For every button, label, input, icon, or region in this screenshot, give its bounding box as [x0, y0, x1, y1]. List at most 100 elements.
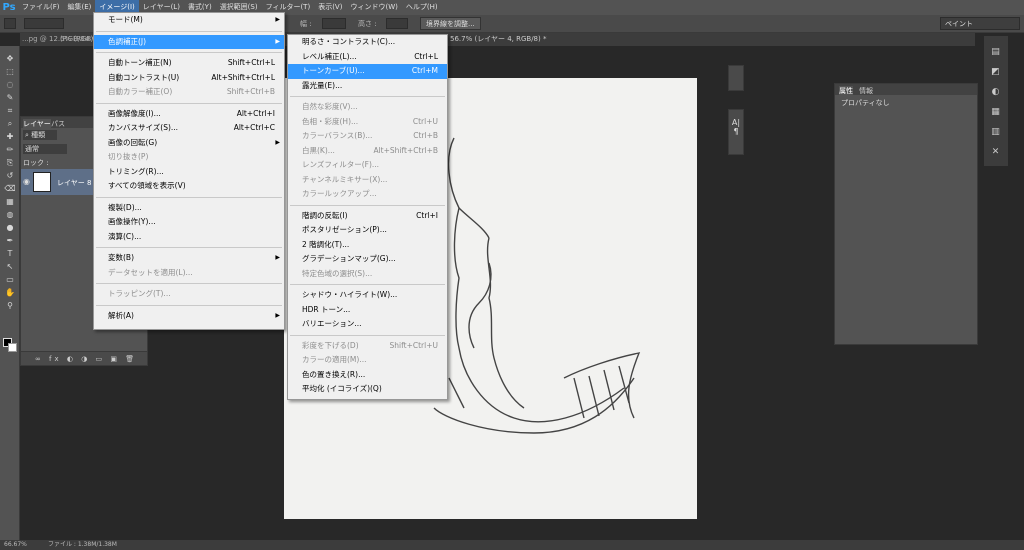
stamp-icon[interactable]: ⎘: [4, 158, 16, 168]
adjust-menu-item: カラーの適用(M)...: [288, 353, 447, 368]
refine-edge-button[interactable]: 境界線を調整...: [420, 17, 481, 30]
height-field[interactable]: [386, 18, 408, 29]
navigator-icon[interactable]: ◩: [989, 66, 1002, 79]
image-menu-item[interactable]: モード(M) ▶: [94, 13, 284, 28]
tab-properties[interactable]: 属性: [839, 86, 853, 96]
image-menu-item[interactable]: 画像の回転(G) ▶: [94, 136, 284, 151]
adjust-menu-item: 彩度を下げる(D) Shift+Ctrl+U: [288, 339, 447, 354]
crop-icon[interactable]: ⌗: [4, 106, 16, 116]
menu-separator: [290, 334, 445, 336]
adjust-menu-item[interactable]: シャドウ・ハイライト(W)...: [288, 288, 447, 303]
adjust-menu-item[interactable]: 平均化 (イコライズ)(Q): [288, 382, 447, 397]
menu-separator: [96, 283, 282, 284]
right-dock: ▤ ◩ ◐ ▦ ▥ ✕: [984, 36, 1008, 166]
image-menu-item-label: 変数(B): [108, 253, 134, 262]
menu-1[interactable]: 編集(E): [64, 0, 96, 15]
styles-icon[interactable]: ▦: [989, 106, 1002, 119]
image-menu-item-label: 演算(C)...: [108, 231, 142, 241]
adjust-menu-item: 色相・彩度(H)... Ctrl+U: [288, 115, 447, 130]
blur-icon[interactable]: ◍: [4, 210, 16, 220]
shape-icon[interactable]: ▭: [4, 275, 16, 285]
adjust-menu-item-label: シャドウ・ハイライト(W)...: [302, 290, 398, 299]
adjust-menu-item[interactable]: ポスタリゼーション(P)...: [288, 223, 447, 238]
image-menu-item[interactable]: 色調補正(J) ▶: [94, 34, 284, 49]
adjust-menu-item[interactable]: 露光量(E)...: [288, 79, 447, 94]
image-menu-item[interactable]: 演算(C)...: [94, 230, 284, 245]
submenu-arrow-icon: ▶: [275, 254, 280, 261]
properties-empty-label: プロパティなし: [841, 99, 890, 107]
adjust-menu-item[interactable]: 2 階調化(T)...: [288, 238, 447, 253]
zoom-level[interactable]: 66.67%: [4, 540, 27, 550]
dodge-icon[interactable]: ●: [4, 223, 16, 233]
zoom-icon[interactable]: ⚲: [4, 301, 16, 311]
adjust-menu-item[interactable]: グラデーションマップ(G)...: [288, 252, 447, 267]
hand-icon[interactable]: ✋: [4, 288, 16, 298]
image-menu-item[interactable]: トリミング(R)...: [94, 165, 284, 180]
image-menu-item[interactable]: 複製(D)...: [94, 201, 284, 216]
doc-tab[interactable]: (RGB/8#): [60, 33, 93, 46]
brush-icon[interactable]: ✏: [4, 145, 16, 155]
image-menu-item-label: データセットを適用(L)...: [108, 267, 193, 277]
adjust-menu-item: チャンネルミキサー(X)...: [288, 173, 447, 188]
menu-separator: [96, 102, 282, 104]
image-menu-item[interactable]: 変数(B) ▶: [94, 251, 284, 266]
menu-9[interactable]: ヘルプ(H): [402, 0, 442, 15]
move-icon[interactable]: ✥: [4, 54, 16, 64]
menu-8[interactable]: ウィンドウ(W): [346, 0, 401, 15]
adjust-menu-item[interactable]: 色の置き換え(R)...: [288, 368, 447, 383]
mini-dock-type[interactable]: A| ¶: [728, 109, 744, 155]
tool-preset-picker[interactable]: [4, 18, 16, 29]
menu-separator: [96, 52, 282, 53]
path-select-icon[interactable]: ↖: [4, 262, 16, 272]
tool-presets-icon[interactable]: ✕: [989, 146, 1002, 159]
image-menu-item[interactable]: 解析(A) ▶: [94, 309, 284, 324]
adjust-menu-item[interactable]: トーンカーブ(U)... Ctrl+M: [288, 64, 447, 79]
adjustments-icon[interactable]: ◐: [989, 86, 1002, 99]
workspace-select[interactable]: ペイント: [940, 17, 1020, 30]
mini-dock-top[interactable]: [728, 65, 744, 91]
adjust-menu-item[interactable]: 明るさ・コントラスト(C)...: [288, 35, 447, 50]
adjust-menu-item-label: レンズフィルター(F)...: [302, 160, 380, 169]
pen-icon[interactable]: ✒: [4, 236, 16, 246]
background-color-swatch[interactable]: [8, 343, 17, 352]
image-menu-item[interactable]: 自動コントラスト(U) Alt+Shift+Ctrl+L: [94, 71, 284, 86]
image-menu-item[interactable]: 自動トーン補正(N) Shift+Ctrl+L: [94, 56, 284, 71]
eyedropper-icon[interactable]: ⌕: [4, 119, 16, 129]
image-menu-item-label: カンバスサイズ(S)...: [108, 123, 179, 132]
menu-7[interactable]: 表示(V): [314, 0, 346, 15]
image-menu-item[interactable]: すべての領域を表示(V): [94, 179, 284, 194]
menu-0[interactable]: ファイル(F): [18, 0, 64, 15]
selection-mode-buttons[interactable]: [24, 18, 64, 29]
eye-icon[interactable]: ◉: [23, 177, 30, 186]
type-icon[interactable]: T: [4, 249, 16, 259]
submenu-arrow-icon: ▶: [275, 311, 280, 319]
lasso-icon[interactable]: ◌: [4, 80, 16, 90]
layers-footer-icons: ∞ fx ◐ ◑ ▭ ▣ 🗑: [21, 351, 147, 365]
eraser-icon[interactable]: ⌫: [4, 184, 16, 194]
tab-info[interactable]: 情報: [859, 86, 873, 96]
adjust-menu-item[interactable]: 階調の反転(I) Ctrl+I: [288, 209, 447, 224]
histogram-icon[interactable]: ▤: [989, 46, 1002, 59]
image-menu-item-label: モード(M): [108, 15, 143, 24]
image-menu-item[interactable]: 画像解像度(I)... Alt+Ctrl+I: [94, 107, 284, 122]
quick-select-icon[interactable]: ✎: [4, 93, 16, 103]
gradient-icon[interactable]: ▦: [4, 197, 16, 207]
doc-tab-active[interactable]: 56.7% (レイヤー 4, RGB/8) *: [450, 33, 546, 46]
tab-layers[interactable]: レイヤー: [23, 119, 51, 129]
swatches-icon[interactable]: ▥: [989, 126, 1002, 139]
adjust-menu-item-label: グラデーションマップ(G)...: [302, 254, 396, 263]
height-label: 高さ :: [358, 20, 377, 28]
image-menu-item[interactable]: 画像操作(Y)...: [94, 215, 284, 230]
tab-paths[interactable]: パス: [51, 119, 65, 129]
filter-kind-select[interactable]: ⌕ 種類: [23, 130, 57, 140]
adjust-menu-item[interactable]: レベル補正(L)... Ctrl+L: [288, 50, 447, 65]
history-brush-icon[interactable]: ↺: [4, 171, 16, 181]
adjust-menu-item[interactable]: HDR トーン...: [288, 303, 447, 318]
adjust-menu-item[interactable]: バリエーション...: [288, 317, 447, 332]
width-field[interactable]: [322, 18, 346, 29]
image-menu-item[interactable]: カンバスサイズ(S)... Alt+Ctrl+C: [94, 121, 284, 136]
status-bar: 66.67% ファイル : 1.38M/1.38M: [0, 540, 1024, 550]
marquee-icon[interactable]: ⬚: [4, 67, 16, 77]
healing-icon[interactable]: ✚: [4, 132, 16, 142]
blend-mode-select[interactable]: 通常: [23, 144, 67, 154]
